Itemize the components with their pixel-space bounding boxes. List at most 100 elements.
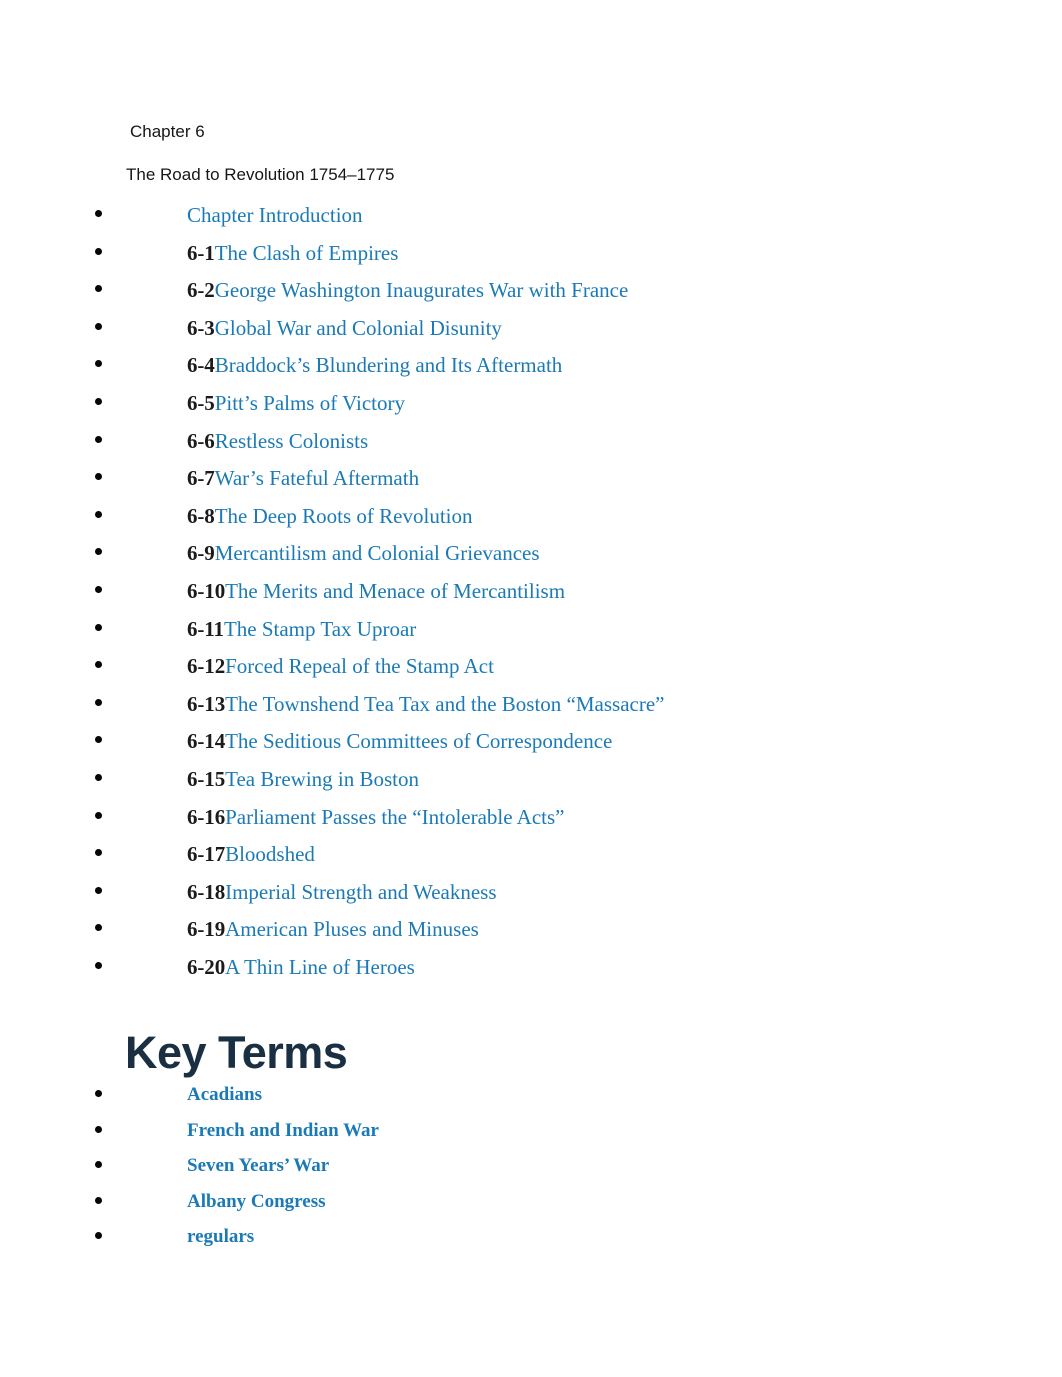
list-item[interactable]: 6-4Braddock’s Blundering and Its Afterma… xyxy=(0,352,1062,390)
section-title[interactable]: The Clash of Empires xyxy=(215,241,399,265)
list-item[interactable]: 6-14The Seditious Committees of Correspo… xyxy=(0,728,1062,766)
document-header: Chapter 6 The Road to Revolution 1754–17… xyxy=(0,118,1062,189)
toc-entry-link[interactable]: Chapter Introduction xyxy=(187,202,363,231)
bullet-icon xyxy=(95,473,102,481)
list-item[interactable]: regulars xyxy=(0,1224,1062,1260)
list-item[interactable]: 6-6Restless Colonists xyxy=(0,428,1062,466)
toc-entry-link[interactable]: 6-9Mercantilism and Colonial Grievances xyxy=(187,540,540,569)
toc-entry-link[interactable]: 6-14The Seditious Committees of Correspo… xyxy=(187,728,612,757)
toc-entry-link[interactable]: 6-15Tea Brewing in Boston xyxy=(187,766,419,795)
bullet-icon xyxy=(95,435,102,443)
toc-entry-link[interactable]: 6-1The Clash of Empires xyxy=(187,240,398,269)
section-title[interactable]: A Thin Line of Heroes xyxy=(225,955,415,979)
list-item[interactable]: 6-17Bloodshed xyxy=(0,841,1062,879)
toc-entry-link[interactable]: 6-19American Pluses and Minuses xyxy=(187,916,479,945)
section-title[interactable]: The Merits and Menace of Mercantilism xyxy=(225,579,565,603)
key-term-link[interactable]: Albany Congress xyxy=(187,1189,325,1215)
list-item[interactable]: 6-18Imperial Strength and Weakness xyxy=(0,879,1062,917)
section-number: 6-20 xyxy=(187,954,226,979)
toc-entry-link[interactable]: 6-4Braddock’s Blundering and Its Afterma… xyxy=(187,352,562,381)
section-title[interactable]: Mercantilism and Colonial Grievances xyxy=(215,541,540,565)
section-number: 6-14 xyxy=(187,729,226,754)
toc-entry-link[interactable]: 6-12Forced Repeal of the Stamp Act xyxy=(187,653,494,682)
list-item[interactable]: 6-11The Stamp Tax Uproar xyxy=(0,616,1062,654)
toc-entry-link[interactable]: 6-6Restless Colonists xyxy=(187,428,368,457)
section-title[interactable]: Restless Colonists xyxy=(215,429,368,453)
list-item[interactable]: 6-5Pitt’s Palms of Victory xyxy=(0,390,1062,428)
toc-entry-link[interactable]: 6-18Imperial Strength and Weakness xyxy=(187,879,497,908)
section-title[interactable]: The Seditious Committees of Corresponden… xyxy=(225,729,612,753)
bullet-icon xyxy=(95,811,102,819)
section-title[interactable]: The Townshend Tea Tax and the Boston “Ma… xyxy=(225,692,664,716)
section-number: 6-12 xyxy=(187,654,226,679)
section-title[interactable]: George Washington Inaugurates War with F… xyxy=(215,278,629,302)
section-title[interactable]: Pitt’s Palms of Victory xyxy=(215,391,405,415)
section-number: 6-19 xyxy=(187,917,226,942)
toc-entry-link[interactable]: 6-16Parliament Passes the “Intolerable A… xyxy=(187,804,565,833)
key-term-link[interactable]: French and Indian War xyxy=(187,1118,379,1144)
toc-entry-link[interactable]: 6-10The Merits and Menace of Mercantilis… xyxy=(187,578,565,607)
section-title[interactable]: War’s Fateful Aftermath xyxy=(215,466,419,490)
list-item[interactable]: 6-12Forced Repeal of the Stamp Act xyxy=(0,653,1062,691)
toc-entry-link[interactable]: 6-2George Washington Inaugurates War wit… xyxy=(187,277,628,306)
section-title[interactable]: Bloodshed xyxy=(225,842,315,866)
toc-entry-link[interactable]: 6-5Pitt’s Palms of Victory xyxy=(187,390,405,419)
section-title[interactable]: The Stamp Tax Uproar xyxy=(224,617,416,641)
list-item[interactable]: Seven Years’ War xyxy=(0,1153,1062,1189)
list-item[interactable]: 6-2George Washington Inaugurates War wit… xyxy=(0,277,1062,315)
list-item[interactable]: 6-20A Thin Line of Heroes xyxy=(0,954,1062,992)
section-number: 6-2 xyxy=(187,278,215,303)
toc-entry-link[interactable]: 6-7War’s Fateful Aftermath xyxy=(187,465,419,494)
toc-entry-link[interactable]: 6-11The Stamp Tax Uproar xyxy=(187,616,416,645)
section-title[interactable]: Global War and Colonial Disunity xyxy=(215,316,502,340)
bullet-icon xyxy=(95,585,102,593)
bullet-icon xyxy=(95,736,102,744)
section-title[interactable]: Tea Brewing in Boston xyxy=(225,767,419,791)
bullet-icon xyxy=(95,849,102,857)
list-item[interactable]: 6-8The Deep Roots of Revolution xyxy=(0,503,1062,541)
section-title[interactable]: Parliament Passes the “Intolerable Acts” xyxy=(225,805,564,829)
toc-entry-link[interactable]: 6-13The Townshend Tea Tax and the Boston… xyxy=(187,691,664,720)
list-item[interactable]: 6-16Parliament Passes the “Intolerable A… xyxy=(0,804,1062,842)
list-item[interactable]: Acadians xyxy=(0,1082,1062,1118)
section-title[interactable]: Braddock’s Blundering and Its Aftermath xyxy=(215,353,563,377)
key-term-link[interactable]: regulars xyxy=(187,1224,254,1250)
section-title[interactable]: Imperial Strength and Weakness xyxy=(225,880,496,904)
list-item[interactable]: Chapter Introduction xyxy=(0,202,1062,240)
toc-entry-link[interactable]: 6-8The Deep Roots of Revolution xyxy=(187,503,473,532)
toc-entry-link[interactable]: 6-17Bloodshed xyxy=(187,841,315,870)
section-number: 6-9 xyxy=(187,541,215,566)
list-item[interactable]: Albany Congress xyxy=(0,1189,1062,1225)
section-number: 6-8 xyxy=(187,503,215,528)
chapter-label: Chapter 6 xyxy=(130,122,205,141)
list-item[interactable]: 6-9Mercantilism and Colonial Grievances xyxy=(0,540,1062,578)
toc-entry-link[interactable]: 6-3Global War and Colonial Disunity xyxy=(187,315,502,344)
list-item[interactable]: 6-13The Townshend Tea Tax and the Boston… xyxy=(0,691,1062,729)
list-item[interactable]: 6-7War’s Fateful Aftermath xyxy=(0,465,1062,503)
bullet-icon xyxy=(95,322,102,330)
list-item[interactable]: 6-3Global War and Colonial Disunity xyxy=(0,315,1062,353)
list-item[interactable]: 6-10The Merits and Menace of Mercantilis… xyxy=(0,578,1062,616)
list-item[interactable]: French and Indian War xyxy=(0,1118,1062,1154)
bullet-icon xyxy=(95,661,102,669)
list-item[interactable]: 6-1The Clash of Empires xyxy=(0,240,1062,278)
section-title[interactable]: American Pluses and Minuses xyxy=(225,917,479,941)
section-title[interactable]: The Deep Roots of Revolution xyxy=(215,504,473,528)
section-number: 6-15 xyxy=(187,766,226,791)
list-item[interactable]: 6-19American Pluses and Minuses xyxy=(0,916,1062,954)
bullet-icon xyxy=(95,1090,102,1097)
bullet-icon xyxy=(95,623,102,631)
section-title[interactable]: Forced Repeal of the Stamp Act xyxy=(225,654,494,678)
section-number: 6-16 xyxy=(187,804,226,829)
toc-entry-link[interactable]: 6-20A Thin Line of Heroes xyxy=(187,954,415,983)
bullet-icon xyxy=(95,397,102,405)
section-title[interactable]: Chapter Introduction xyxy=(187,203,363,227)
bullet-icon xyxy=(95,886,102,894)
bullet-icon xyxy=(95,360,102,368)
key-term-link[interactable]: Seven Years’ War xyxy=(187,1153,329,1179)
key-term-link[interactable]: Acadians xyxy=(187,1082,262,1108)
bullet-icon xyxy=(95,210,102,217)
key-terms-heading: Key Terms xyxy=(125,1027,348,1078)
list-item[interactable]: 6-15Tea Brewing in Boston xyxy=(0,766,1062,804)
bullet-icon xyxy=(95,285,102,293)
